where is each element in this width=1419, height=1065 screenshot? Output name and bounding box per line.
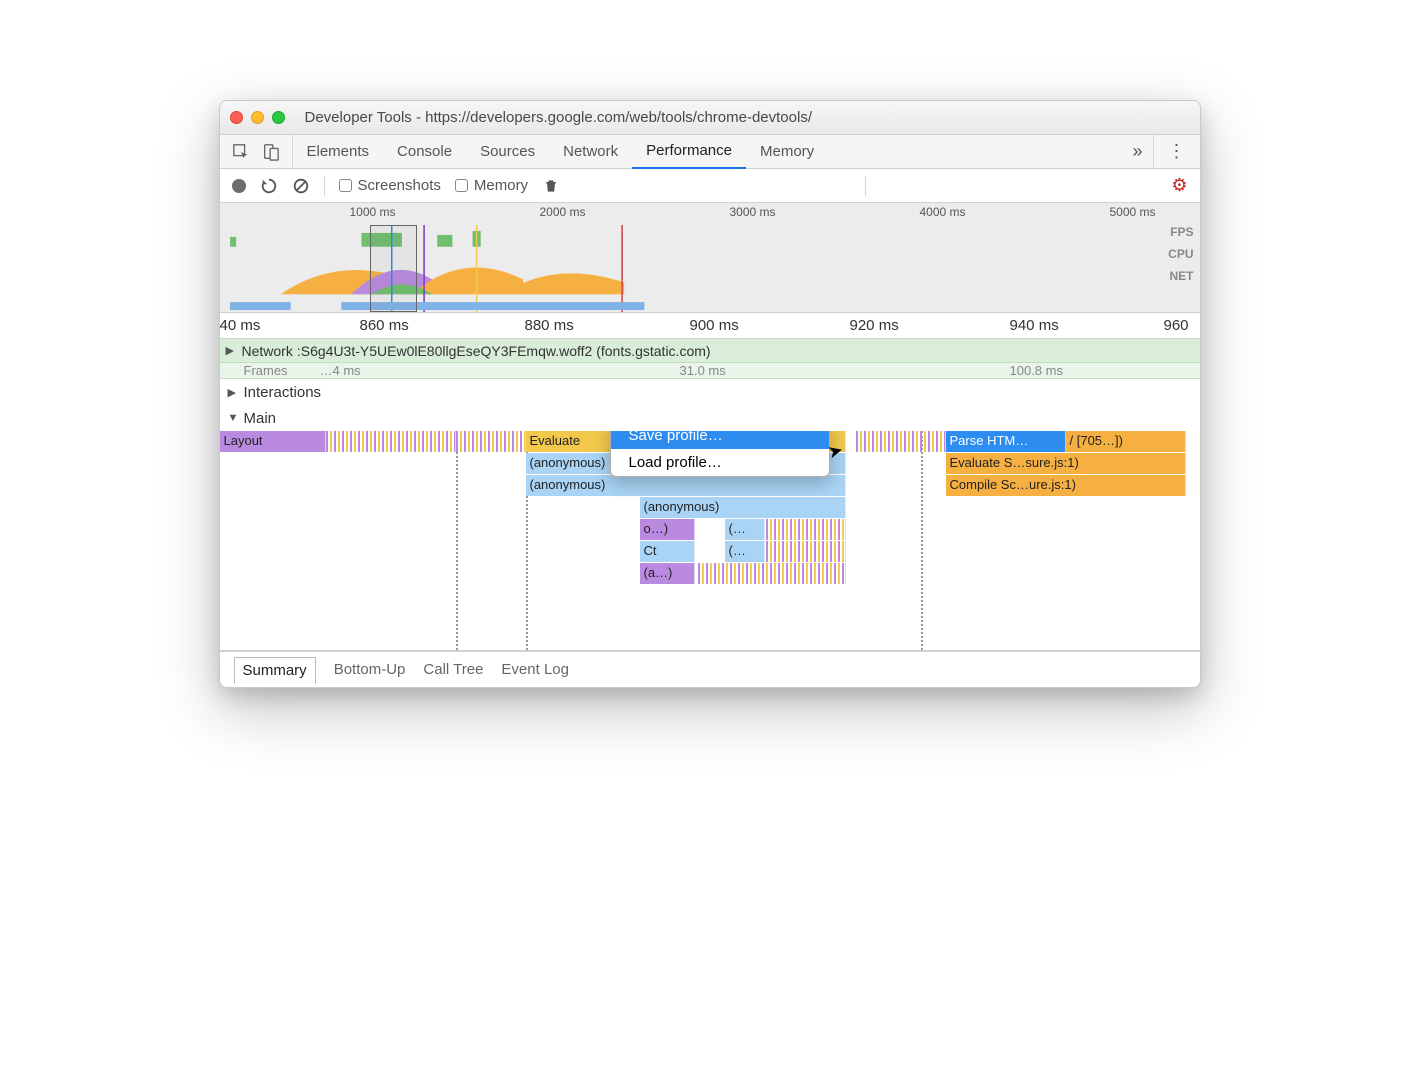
flame-bar[interactable] bbox=[766, 541, 846, 562]
context-menu: Save profile… Load profile… bbox=[610, 431, 830, 477]
inspect-element-icon[interactable] bbox=[232, 143, 250, 161]
flame-bar[interactable]: o…) bbox=[640, 519, 695, 540]
bottom-tab-summary[interactable]: Summary bbox=[234, 657, 316, 684]
interactions-track[interactable]: ▶ Interactions bbox=[220, 379, 1200, 405]
tab-performance[interactable]: Performance bbox=[632, 135, 746, 169]
flame-bar[interactable] bbox=[766, 519, 846, 540]
flame-bar-evaluate-script[interactable]: Evaluate S…sure.js:1) bbox=[946, 453, 1186, 474]
title-bar: Developer Tools - https://developers.goo… bbox=[220, 101, 1200, 135]
main-track-header[interactable]: ▼ Main bbox=[220, 405, 1200, 431]
frames-track[interactable]: Frames …4 ms 31.0 ms 100.8 ms bbox=[220, 363, 1200, 379]
memory-checkbox[interactable] bbox=[455, 179, 468, 192]
devtools-window: Developer Tools - https://developers.goo… bbox=[219, 100, 1201, 688]
network-track[interactable]: ▶ Network :S6g4U3t-Y5UEw0lE80llgEseQY3FE… bbox=[220, 339, 1200, 363]
screenshots-checkbox[interactable] bbox=[339, 179, 352, 192]
overview-selection-window[interactable] bbox=[370, 225, 417, 312]
collapse-icon[interactable]: ▼ bbox=[228, 412, 240, 424]
clear-button[interactable] bbox=[292, 177, 310, 195]
expand-icon[interactable]: ▶ bbox=[228, 386, 240, 399]
flame-chart[interactable]: Layout Evaluate Parse HTM… / [705…]) (an… bbox=[220, 431, 1200, 651]
network-resource[interactable]: :S6g4U3t-Y5UEw0lE80llgEseQY3FEmqw.woff2 … bbox=[297, 343, 711, 359]
panel-tabs: Elements Console Sources Network Perform… bbox=[220, 135, 1200, 169]
window-title: Developer Tools - https://developers.goo… bbox=[295, 109, 1190, 126]
flame-bar[interactable]: (a…) bbox=[640, 563, 695, 584]
tabs-overflow-icon[interactable]: » bbox=[1122, 141, 1152, 162]
zoom-window-button[interactable] bbox=[272, 111, 285, 124]
flame-bar[interactable]: / [705…]) bbox=[1066, 431, 1186, 452]
record-button[interactable] bbox=[232, 179, 246, 193]
tab-memory[interactable]: Memory bbox=[746, 135, 828, 168]
flame-bar[interactable] bbox=[856, 431, 946, 452]
ov-tick: 1000 ms bbox=[350, 205, 396, 219]
flame-bar-parse-html[interactable]: Parse HTM… bbox=[946, 431, 1066, 452]
flame-bar[interactable]: Ct bbox=[640, 541, 695, 562]
timeline-overview[interactable]: 1000 ms 2000 ms 3000 ms 4000 ms 5000 ms … bbox=[220, 203, 1200, 313]
memory-toggle[interactable]: Memory bbox=[455, 177, 528, 194]
close-window-button[interactable] bbox=[230, 111, 243, 124]
tab-console[interactable]: Console bbox=[383, 135, 466, 168]
ctx-load-profile[interactable]: Load profile… bbox=[611, 449, 829, 476]
flame-bar[interactable] bbox=[456, 431, 526, 452]
flame-bar[interactable] bbox=[326, 431, 456, 452]
reload-record-button[interactable] bbox=[260, 177, 278, 195]
flame-bar-anonymous[interactable]: (anonymous) bbox=[640, 497, 846, 518]
ov-tick: 4000 ms bbox=[920, 205, 966, 219]
flame-bar-compile-script[interactable]: Compile Sc…ure.js:1) bbox=[946, 475, 1186, 496]
expand-icon[interactable]: ▶ bbox=[226, 344, 238, 357]
ctx-save-profile[interactable]: Save profile… bbox=[611, 431, 829, 449]
overview-ruler: 1000 ms 2000 ms 3000 ms 4000 ms 5000 ms bbox=[220, 203, 1200, 225]
bottom-tabs: Summary Bottom-Up Call Tree Event Log bbox=[220, 651, 1200, 687]
traffic-lights bbox=[230, 111, 285, 124]
ov-tick: 2000 ms bbox=[540, 205, 586, 219]
bottom-tab-event-log[interactable]: Event Log bbox=[501, 661, 569, 678]
device-toggle-icon[interactable] bbox=[262, 143, 280, 161]
flame-bar[interactable]: (… bbox=[725, 541, 765, 562]
overview-chart bbox=[220, 225, 1200, 312]
flame-bar[interactable] bbox=[698, 563, 846, 584]
screenshots-toggle[interactable]: Screenshots bbox=[339, 177, 441, 194]
ov-tick: 3000 ms bbox=[730, 205, 776, 219]
flame-bar-layout[interactable]: Layout bbox=[220, 431, 326, 452]
garbage-collect-icon[interactable] bbox=[542, 177, 560, 195]
flame-bar-anonymous[interactable]: (anonymous) bbox=[526, 475, 846, 496]
performance-toolbar: Screenshots Memory ⚙ bbox=[220, 169, 1200, 203]
tab-network[interactable]: Network bbox=[549, 135, 632, 168]
bottom-tab-call-tree[interactable]: Call Tree bbox=[423, 661, 483, 678]
flame-bar[interactable]: (… bbox=[725, 519, 765, 540]
ov-tick: 5000 ms bbox=[1110, 205, 1156, 219]
minimize-window-button[interactable] bbox=[251, 111, 264, 124]
tab-elements[interactable]: Elements bbox=[293, 135, 384, 168]
bottom-tab-bottom-up[interactable]: Bottom-Up bbox=[334, 661, 406, 678]
flame-ruler: 40 ms 860 ms 880 ms 900 ms 920 ms 940 ms… bbox=[220, 313, 1200, 339]
devtools-menu-icon[interactable]: ⋮ bbox=[1153, 135, 1200, 168]
tab-sources[interactable]: Sources bbox=[466, 135, 549, 168]
settings-gear-icon[interactable]: ⚙ bbox=[1171, 175, 1187, 196]
